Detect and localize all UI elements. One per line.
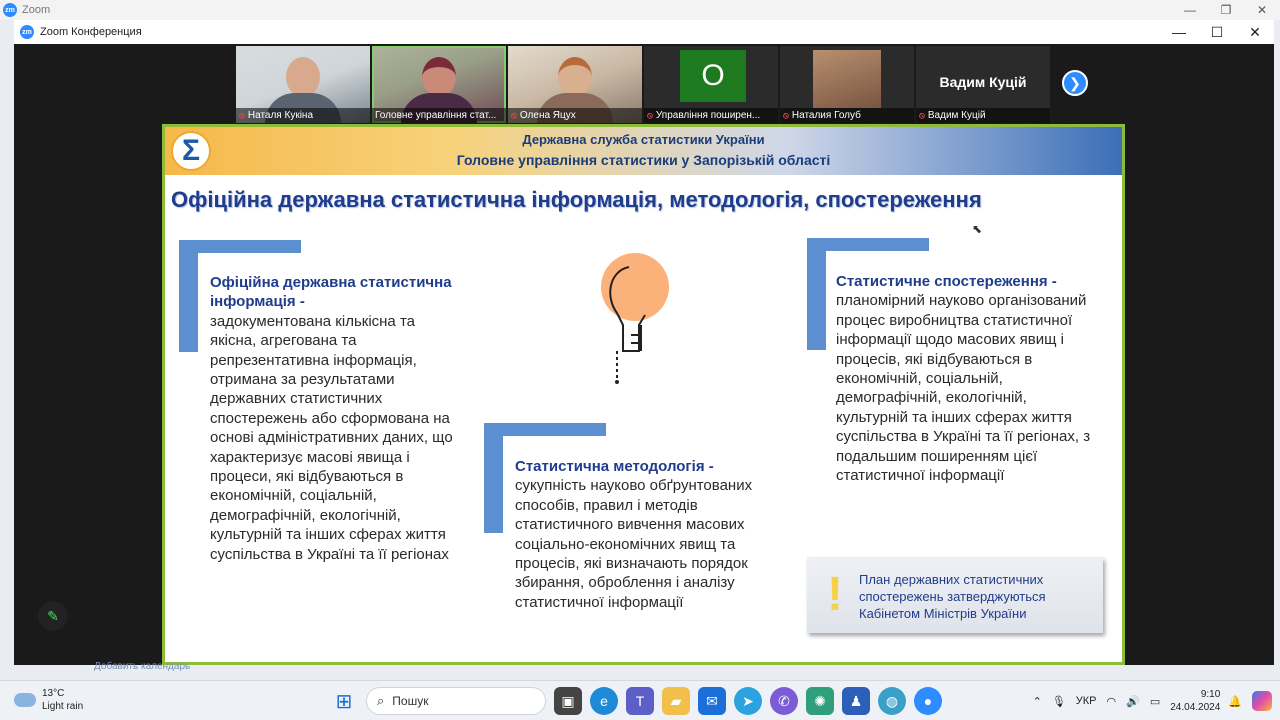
maximize-icon[interactable]: ☐ [1198, 20, 1236, 44]
volume-icon[interactable]: 🔊 [1126, 695, 1140, 708]
participant-tile[interactable]: О ⦸ Управління поширен... [644, 46, 778, 123]
participant-tile[interactable]: ⦸ Олена Яцух [508, 46, 642, 123]
outer-window-titlebar: zm Zoom — ❐ ✕ [0, 0, 1280, 20]
outer-window-title: Zoom [22, 4, 51, 16]
weather-widget[interactable]: 13°C Light rain [14, 687, 83, 713]
participant-name: Управління поширен... [655, 110, 761, 121]
close-icon[interactable]: ✕ [1244, 0, 1280, 20]
term-label: Статистична методологія - [515, 458, 714, 475]
annotate-pencil-button[interactable]: ✎ [38, 601, 68, 631]
term-label: Офіційна державна статистична інформація… [210, 274, 452, 311]
zoom-logo-icon: zm [3, 3, 17, 17]
taskbar-search[interactable]: ⌕ Пошук [366, 687, 546, 715]
mic-muted-icon: ⦸ [511, 110, 517, 120]
zoom-taskbar-icon[interactable]: ● [914, 687, 942, 715]
close-icon[interactable]: ✕ [1236, 20, 1274, 44]
notifications-bell-icon[interactable]: 🔔 [1228, 695, 1242, 708]
participant-tile[interactable]: ⦸ Наталия Голуб [780, 46, 914, 123]
background-window-text: Добавить календарь [94, 661, 191, 672]
participant-strip: ⦸ Наталя Кукіна Головне управління стат.… [236, 46, 1050, 123]
battery-icon[interactable]: ▭ [1150, 695, 1160, 708]
minimize-icon[interactable]: — [1172, 0, 1208, 20]
network-globe-icon[interactable]: ◍ [878, 687, 906, 715]
definition-observation: Статистичне спостереження - планомірний … [836, 272, 1094, 485]
windows-taskbar: 13°C Light rain ⊞ ⌕ Пошук ▣ e T ▰ ✉ ➤ ✆ … [0, 680, 1280, 720]
meeting-title: Zoom Конференция [40, 26, 142, 38]
mic-muted-icon: ⦸ [919, 110, 925, 120]
bracket-decoration [807, 238, 826, 350]
slide-title: Офіційна державна статистична інформація… [171, 187, 982, 212]
lightbulb-icon [601, 253, 669, 384]
search-placeholder: Пошук [392, 694, 429, 708]
definition-official-info: Офіційна державна статистична інформація… [210, 273, 460, 564]
definition-text: задокументована кількісна та якісна, агр… [210, 312, 453, 563]
participant-avatar: О [680, 50, 746, 102]
mouse-cursor-icon: ⬉ [972, 222, 983, 236]
bracket-decoration [484, 423, 503, 533]
participant-tile[interactable]: Вадим Куцій ⦸ Вадим Куцій [916, 46, 1050, 123]
mic-muted-icon: ⦸ [647, 110, 653, 120]
participant-name: Вадим Куцій [927, 110, 986, 121]
mail-icon[interactable]: ✉ [698, 687, 726, 715]
participant-display-name: Вадим Куцій [939, 74, 1027, 90]
mic-muted-icon: ⦸ [783, 110, 789, 120]
participant-tile-active-speaker[interactable]: Головне управління стат... [372, 46, 506, 123]
copilot-icon[interactable] [1252, 691, 1272, 711]
wifi-icon[interactable]: ◠ [1107, 695, 1117, 708]
note-box: ! План державних статистичних спостереже… [807, 557, 1103, 633]
term-label: Статистичне спостереження - [836, 273, 1057, 290]
minimize-icon[interactable]: — [1160, 20, 1198, 44]
system-tray: ⌃ 🎙 УКР ◠ 🔊 ▭ 9:10 24.04.2024 🔔 [1033, 681, 1280, 720]
chatgpt-icon[interactable]: ✺ [806, 687, 834, 715]
participant-name: Олена Яцух [519, 110, 576, 121]
meeting-window: zm Zoom Конференция — ☐ ✕ ⦸ Наталя Кукін… [14, 20, 1274, 665]
windows-start-icon[interactable]: ⊞ [330, 687, 358, 715]
chevron-up-icon[interactable]: ⌃ [1033, 695, 1042, 708]
clock-time: 9:10 [1200, 689, 1221, 700]
task-view-icon[interactable]: ▣ [554, 687, 582, 715]
mic-muted-icon: ⦸ [239, 110, 245, 120]
slide-header: Σ Державна служба статистики України Гол… [165, 127, 1122, 175]
participant-name: Головне управління стат... [375, 110, 497, 121]
participant-video [813, 50, 881, 108]
file-explorer-icon[interactable]: ▰ [662, 687, 690, 715]
definition-text: планомірний науково організований процес… [836, 292, 1091, 485]
participant-name: Наталя Кукіна [247, 110, 314, 121]
clock-date: 24.04.2024 [1170, 702, 1221, 713]
shared-screen-slide: Σ Державна служба статистики України Гол… [162, 124, 1125, 665]
meeting-titlebar: zm Zoom Конференция — ☐ ✕ [14, 20, 1274, 44]
clock[interactable]: 9:10 24.04.2024 [1170, 688, 1220, 714]
participant-name: Наталия Голуб [791, 110, 861, 121]
search-icon: ⌕ [377, 693, 385, 708]
teams-icon[interactable]: T [626, 687, 654, 715]
bracket-decoration [179, 240, 198, 352]
participant-tile[interactable]: ⦸ Наталя Кукіна [236, 46, 370, 123]
language-indicator[interactable]: УКР [1076, 695, 1097, 707]
zoom-logo-icon: zm [20, 25, 34, 39]
telegram-icon[interactable]: ➤ [734, 687, 762, 715]
next-participants-button[interactable]: ❯ [1062, 70, 1088, 96]
note-text: План державних статистичних спостережень… [859, 572, 1046, 621]
definition-methodology: Статистична методологія - сукупність нау… [515, 457, 765, 612]
weather-description: Light rain [42, 701, 84, 712]
app-icon[interactable]: ♟ [842, 687, 870, 715]
restore-icon[interactable]: ❐ [1208, 0, 1244, 20]
rain-cloud-icon [14, 693, 36, 707]
org-name-line2: Головне управління статистики у Запорізь… [456, 152, 831, 168]
exclamation-icon: ! [827, 568, 843, 621]
viber-icon[interactable]: ✆ [770, 687, 798, 715]
weather-temperature: 13°C [42, 688, 65, 699]
definition-text: сукупність науково обґрунтованих способі… [515, 477, 753, 611]
org-name-line1: Державна служба статистики України [522, 132, 765, 147]
microphone-icon[interactable]: 🎙 [1052, 695, 1066, 708]
edge-browser-icon[interactable]: e [590, 687, 618, 715]
